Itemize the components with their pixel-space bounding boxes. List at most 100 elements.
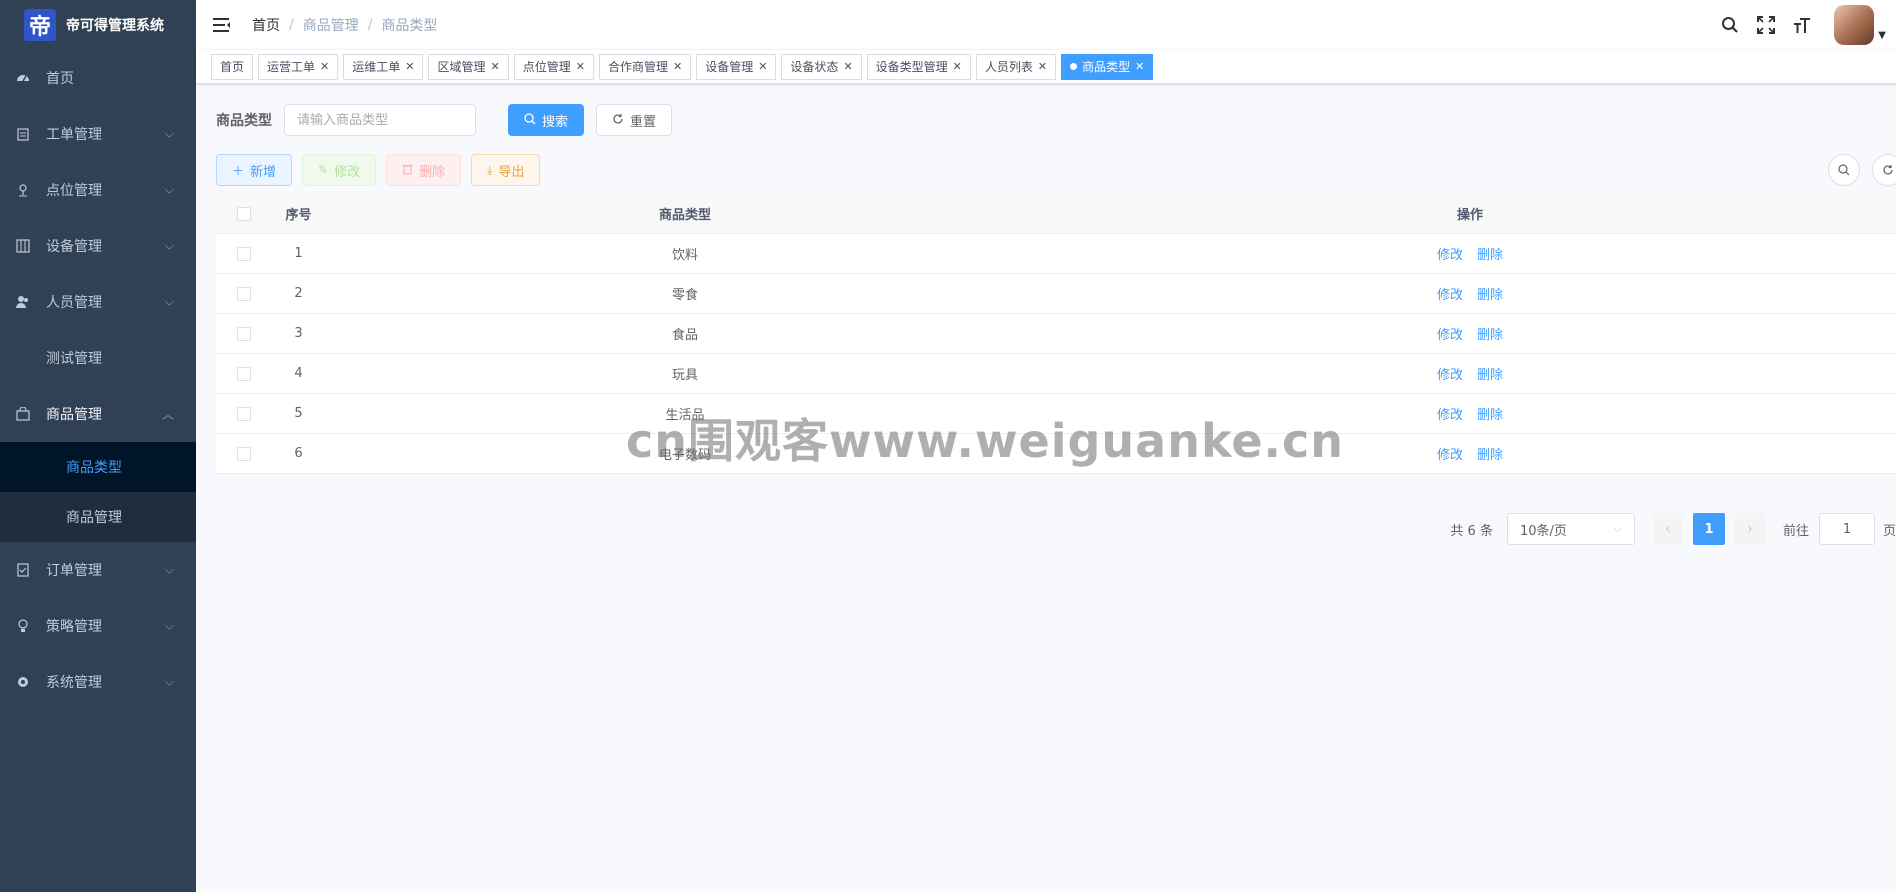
delete-button[interactable]: 删除 — [386, 154, 462, 186]
row-delete-link[interactable]: 删除 — [1477, 368, 1503, 383]
reset-button[interactable]: 重置 — [596, 104, 673, 136]
tag-region[interactable]: 区域管理 ✕ — [428, 53, 509, 80]
row-delete-link[interactable]: 删除 — [1477, 248, 1503, 263]
sidebar-subitem-goods-manage[interactable]: 商品管理 — [0, 492, 196, 542]
row-delete-link[interactable]: 删除 — [1477, 448, 1503, 463]
row-index: 2 — [294, 286, 303, 301]
close-icon[interactable]: ✕ — [953, 55, 962, 79]
tag-maintenance-workorder[interactable]: 运维工单 ✕ — [343, 53, 424, 80]
tag-partner[interactable]: 合作商管理 ✕ — [598, 53, 692, 80]
jump-page-input[interactable] — [1818, 513, 1875, 545]
search-icon[interactable] — [1712, 0, 1748, 50]
row-checkbox[interactable] — [236, 326, 251, 341]
chevron-right-icon: › — [1747, 521, 1753, 537]
close-icon[interactable]: ✕ — [1135, 55, 1144, 79]
tag-device[interactable]: 设备管理 ✕ — [696, 53, 777, 80]
logo[interactable]: 帝 帝可得管理系统 — [0, 0, 196, 50]
row-edit-link[interactable]: 修改 — [1437, 288, 1463, 303]
sidebar-item-workorder[interactable]: 工单管理 ⌵ — [0, 106, 196, 162]
download-icon: ⤓ — [487, 162, 493, 177]
goods-submenu: 商品类型 商品管理 — [0, 442, 196, 542]
clipboard-icon — [16, 127, 30, 141]
row-delete-link[interactable]: 删除 — [1477, 288, 1503, 303]
avatar[interactable] — [1834, 5, 1875, 45]
tag-operation-workorder[interactable]: 运营工单 ✕ — [258, 53, 339, 80]
tag-location[interactable]: 点位管理 ✕ — [513, 53, 594, 80]
page-number-active[interactable]: 1 — [1692, 513, 1725, 545]
table-header: 序号 商品类型 操作 — [216, 194, 1896, 234]
sidebar-item-order[interactable]: 订单管理 ⌵ — [0, 542, 196, 598]
location-pin-icon — [16, 183, 30, 197]
sidebar-subitem-goods-type[interactable]: 商品类型 — [0, 442, 196, 492]
row-index: 6 — [294, 446, 303, 461]
close-icon[interactable]: ✕ — [758, 55, 767, 79]
chevron-down-icon: ⌵ — [164, 618, 174, 633]
row-edit-link[interactable]: 修改 — [1437, 248, 1463, 263]
sidebar-item-location[interactable]: 点位管理 ⌵ — [0, 162, 196, 218]
main-content: 商品类型 搜索 重置 ＋ 新增 ✎ 修改 删除 — [196, 84, 1896, 892]
row-checkbox[interactable] — [236, 406, 251, 421]
sidebar-item-device[interactable]: 设备管理 ⌵ — [0, 218, 196, 274]
export-button[interactable]: ⤓ 导出 — [471, 154, 541, 186]
chevron-down-icon: ⌵ — [164, 294, 174, 309]
sidebar-item-home[interactable]: 首页 — [0, 50, 196, 106]
fullscreen-icon[interactable] — [1748, 0, 1784, 50]
row-type: 食品 — [671, 328, 698, 343]
close-icon[interactable]: ✕ — [405, 55, 414, 79]
refresh-table-button[interactable] — [1872, 154, 1896, 186]
row-checkbox[interactable] — [236, 246, 251, 261]
watermark: cn围观客www.weiguanke.cn — [626, 414, 1345, 468]
row-edit-link[interactable]: 修改 — [1437, 408, 1463, 423]
font-size-icon[interactable] — [1784, 0, 1820, 50]
row-edit-link[interactable]: 修改 — [1437, 448, 1463, 463]
close-icon[interactable]: ✕ — [320, 55, 329, 79]
row-checkbox[interactable] — [236, 366, 251, 381]
sidebar-item-goods[interactable]: 商品管理 ︿ — [0, 386, 196, 442]
tag-device-type[interactable]: 设备类型管理 ✕ — [866, 53, 971, 80]
sidebar-item-people[interactable]: 人员管理 ⌵ — [0, 274, 196, 330]
search-button[interactable]: 搜索 — [508, 104, 585, 136]
add-button[interactable]: ＋ 新增 — [216, 154, 293, 186]
row-type: 零食 — [671, 288, 698, 303]
select-all-checkbox[interactable] — [236, 206, 251, 221]
tag-home[interactable]: 首页 — [211, 53, 254, 80]
goods-type-input[interactable] — [284, 104, 476, 136]
active-dot — [1070, 63, 1078, 70]
edit-button[interactable]: ✎ 修改 — [302, 154, 377, 186]
sidebar-item-strategy[interactable]: 策略管理 ⌵ — [0, 598, 196, 654]
prev-page-button[interactable]: ‹ — [1652, 513, 1683, 545]
sidebar: 帝 帝可得管理系统 首页 工单管理 ⌵ 点位管理 ⌵ 设备管理 ⌵ 人员管理 ⌵ — [0, 0, 196, 892]
search-label: 商品类型 — [216, 113, 272, 129]
breadcrumb-separator: / — [367, 17, 373, 33]
close-icon[interactable]: ✕ — [673, 55, 682, 79]
table-row: 2 零食 修改 删除 — [216, 274, 1896, 314]
close-icon[interactable]: ✕ — [843, 55, 852, 79]
row-edit-link[interactable]: 修改 — [1437, 368, 1463, 383]
row-delete-link[interactable]: 删除 — [1477, 408, 1503, 423]
tag-goods-type[interactable]: 商品类型 ✕ — [1061, 53, 1154, 80]
next-page-button[interactable]: › — [1734, 513, 1765, 545]
tag-device-status[interactable]: 设备状态 ✕ — [781, 53, 862, 80]
tag-staff-list[interactable]: 人员列表 ✕ — [975, 53, 1057, 80]
navbar: 首页 / 商品管理 / 商品类型 ▼ — [196, 0, 1896, 50]
breadcrumb-item[interactable]: 首页 — [252, 15, 280, 35]
close-icon[interactable]: ✕ — [1038, 55, 1047, 79]
close-icon[interactable]: ✕ — [491, 55, 500, 79]
page-size-select[interactable]: 10条/页 ⌵ — [1506, 513, 1635, 545]
toggle-search-button[interactable] — [1828, 154, 1860, 186]
pagination: 共 6 条 10条/页 ⌵ ‹ 1 › 前往 页 — [1450, 513, 1896, 545]
chevron-down-icon: ⌵ — [164, 562, 174, 577]
row-edit-link[interactable]: 修改 — [1437, 328, 1463, 343]
row-checkbox[interactable] — [236, 286, 251, 301]
caret-down-icon[interactable]: ▼ — [1878, 30, 1886, 41]
hamburger-icon[interactable] — [212, 15, 232, 35]
plus-icon: ＋ — [232, 163, 245, 178]
row-index: 5 — [294, 406, 303, 421]
sidebar-item-test[interactable]: 测试管理 — [0, 330, 196, 386]
row-type: 玩具 — [671, 368, 698, 383]
row-delete-link[interactable]: 删除 — [1477, 328, 1503, 343]
row-checkbox[interactable] — [236, 446, 251, 461]
column-header-type: 商品类型 — [658, 208, 711, 223]
sidebar-item-system[interactable]: 系统管理 ⌵ — [0, 654, 196, 710]
close-icon[interactable]: ✕ — [576, 55, 585, 79]
